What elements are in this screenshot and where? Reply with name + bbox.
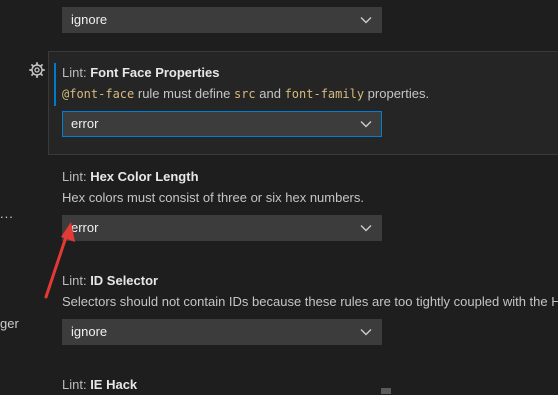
setting-name: ID Selector: [90, 273, 159, 288]
description-text: and: [255, 86, 285, 101]
gear-icon[interactable]: [29, 62, 45, 78]
setting-description: Selectors should not contain IDs because…: [62, 294, 558, 309]
chevron-down-icon: [360, 225, 372, 232]
code-span: font-family: [284, 87, 365, 101]
setting-description: Hex colors must consist of three or six …: [62, 190, 365, 205]
setting-title: Lint: IE Hack: [62, 377, 137, 392]
code-span: @font-face: [62, 87, 135, 101]
dropdown-value: error: [71, 116, 99, 131]
setting-dropdown-id-selector[interactable]: ignore: [62, 319, 382, 345]
description-text: properties.: [364, 86, 430, 101]
description-text: rule must define: [134, 86, 234, 101]
dropdown-value: ignore: [71, 324, 108, 339]
setting-category: Lint:: [62, 169, 91, 184]
setting-name: Hex Color Length: [90, 169, 199, 184]
scrollbar-thumb[interactable]: [381, 388, 391, 394]
code-span: src: [233, 87, 256, 101]
chevron-down-icon: [360, 17, 372, 24]
setting-name: IE Hack: [90, 377, 138, 392]
setting-category: Lint:: [62, 377, 91, 392]
chevron-down-icon: [360, 121, 372, 128]
setting-name: Font Face Properties: [90, 65, 220, 80]
settings-editor: ... ger ignore Lint: Font Face Propertie…: [0, 0, 558, 395]
setting-dropdown-font-face-properties[interactable]: error: [62, 111, 382, 137]
left-panel-ellipsis: ...: [0, 206, 14, 221]
setting-description: @font-face rule must define src and font…: [62, 86, 429, 101]
dropdown-value: ignore: [71, 12, 108, 27]
setting-category: Lint:: [62, 65, 91, 80]
setting-dropdown-previous[interactable]: ignore: [62, 7, 382, 33]
setting-title: Lint: Hex Color Length: [62, 169, 199, 184]
setting-dropdown-hex-color-length[interactable]: error: [62, 215, 382, 241]
left-panel-clipped-text: ger: [0, 316, 19, 331]
setting-title: Lint: Font Face Properties: [62, 65, 220, 80]
focus-indicator: [54, 63, 56, 106]
chevron-down-icon: [360, 329, 372, 336]
red-arrow-annotation: [44, 222, 75, 299]
